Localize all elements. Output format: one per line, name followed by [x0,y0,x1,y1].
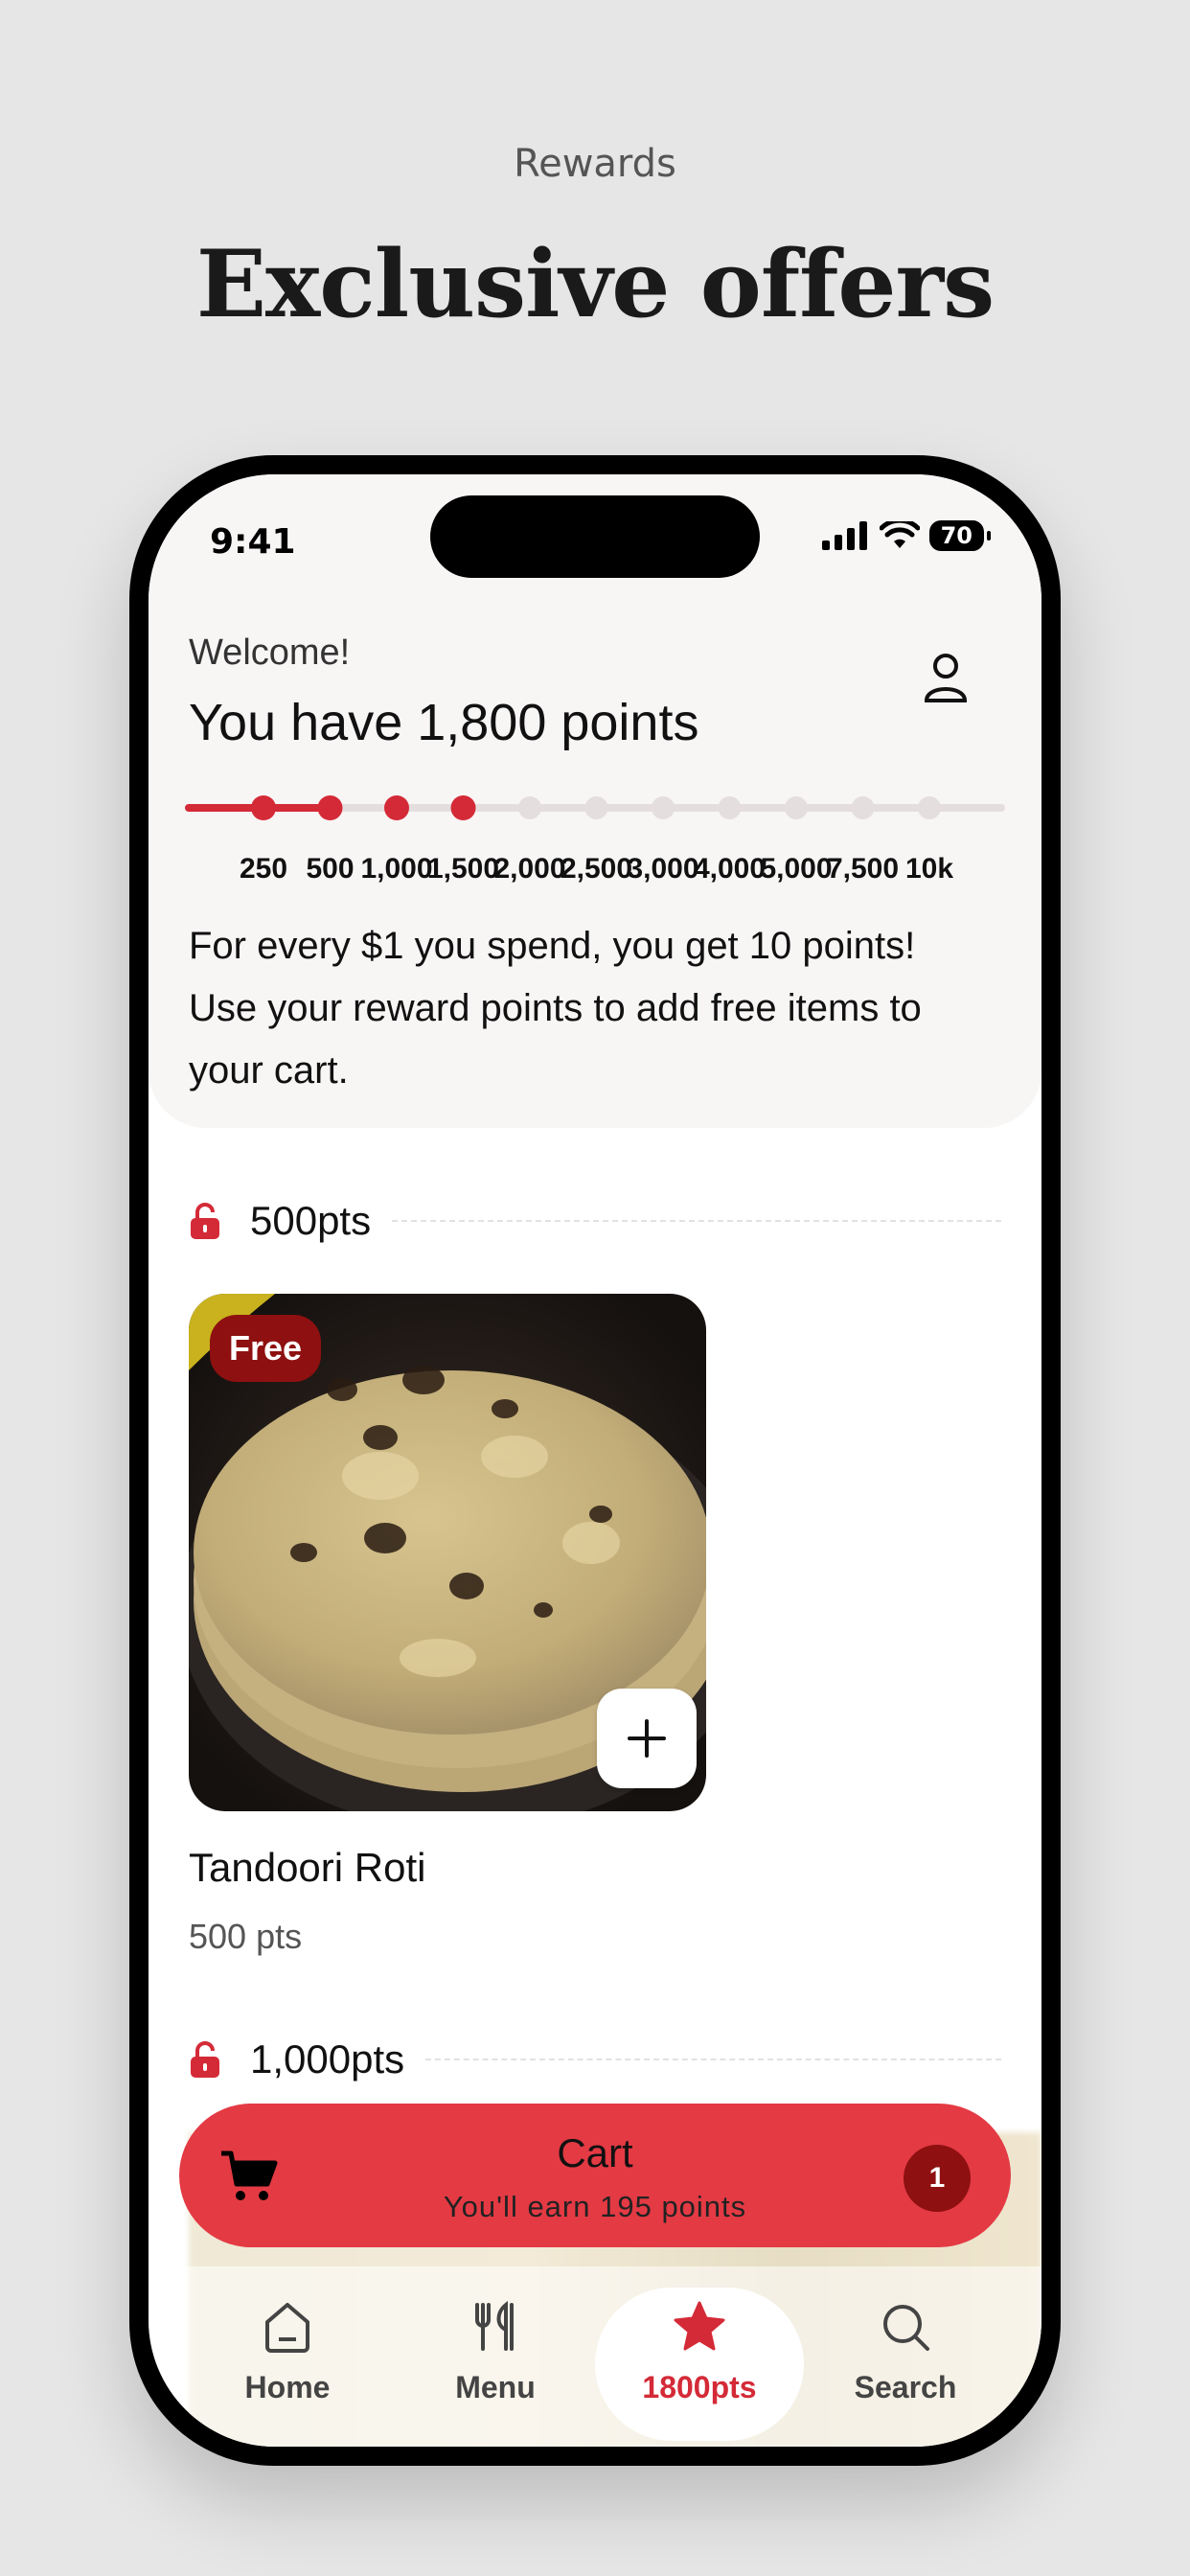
welcome-text: Welcome! [189,632,351,673]
rewards-info: For every $1 you spend, you get 10 point… [189,915,1003,1102]
milestone-label: 3,000 [627,853,699,885]
section-label: 1,000pts [250,2036,405,2082]
cart-title: Cart [557,2130,633,2175]
milestone-dot [518,796,541,819]
tab-label: 1800pts [642,2370,757,2404]
unlock-icon [191,1203,219,1239]
tab-menu[interactable]: Menu [400,2288,591,2441]
item-name: Tandoori Roti [189,1845,426,1890]
fork-knife-icon [475,2300,514,2351]
milestone-label: 7,500 [826,853,900,885]
cart-subtitle: You'll earn 195 points [443,2190,747,2223]
wifi-icon [879,521,920,548]
milestone-label: 4,000 [693,853,767,885]
section-label: 500pts [250,1198,372,1243]
unlock-icon [191,2041,219,2078]
plus-icon [628,1719,666,1758]
status-time: 9:41 [210,522,296,562]
milestone-label: 500 [306,853,355,885]
milestone-dot [785,796,808,819]
milestone-dot [584,796,608,819]
milestone-label: 1,000 [360,853,433,885]
free-badge: Free [210,1315,322,1382]
star-icon [674,2301,725,2351]
info-line: Use your reward points to add free items… [189,987,922,1029]
dynamic-island [430,495,760,578]
tab-points[interactable]: 1800pts [595,2288,804,2441]
milestone-dot [317,795,343,820]
signal-icon [821,521,867,550]
info-line: For every $1 you spend, you get 10 point… [189,925,916,967]
home-icon [265,2303,309,2353]
tab-home[interactable]: Home [192,2288,383,2441]
milestone-label: 10k [904,853,954,885]
tab-search[interactable]: Search [810,2288,1001,2441]
header-title: Exclusive offers [195,230,995,338]
points-title: You have 1,800 points [189,694,699,751]
milestone-labels: 250 500 1,000 1,500 2,000 2,500 3,000 4,000 5,00… [189,853,1001,891]
tab-label: Home [244,2370,331,2404]
tab-bar: Home Menu 1800pts Search [149,2266,1041,2447]
milestone-dot [251,795,276,820]
section-header-500: 500pts [189,1198,1001,1244]
milestone-dot [652,796,675,819]
milestone-label: 2,500 [560,853,633,885]
phone-screen: Welcome! You have 1,800 points 250 500 1,0… [149,474,1041,2447]
milestone-dot [918,796,941,819]
milestone-label: 250 [239,853,288,885]
divider [425,2058,1001,2060]
milestone-dot [851,796,875,819]
milestone-label: 5,000 [760,853,833,885]
add-to-cart-button[interactable] [597,1689,697,1788]
milestone-dot [718,796,742,819]
cart-count-badge: 1 [904,2145,971,2212]
milestone-label: 1,500 [426,853,500,885]
points-progress-track [185,795,1005,820]
item-points: 500 pts [189,1917,303,1956]
tab-label: Search [854,2370,957,2404]
battery-icon: 70 [928,520,992,551]
cart-button[interactable]: Cart You'll earn 195 points 1 [179,2104,1011,2247]
status-icons: 70 [821,520,992,551]
milestone-dot [384,795,409,820]
info-line: your cart. [189,1049,349,1092]
milestone-label: 2,000 [493,853,566,885]
profile-icon[interactable] [917,647,974,704]
section-header-1000: 1,000pts [189,2036,1001,2082]
search-icon [883,2305,929,2351]
header-subtitle: Rewards [514,142,676,186]
divider [392,1220,1001,1222]
food-image[interactable]: Free [189,1294,706,1811]
milestone-dot [450,795,476,820]
tab-label: Menu [455,2370,536,2404]
